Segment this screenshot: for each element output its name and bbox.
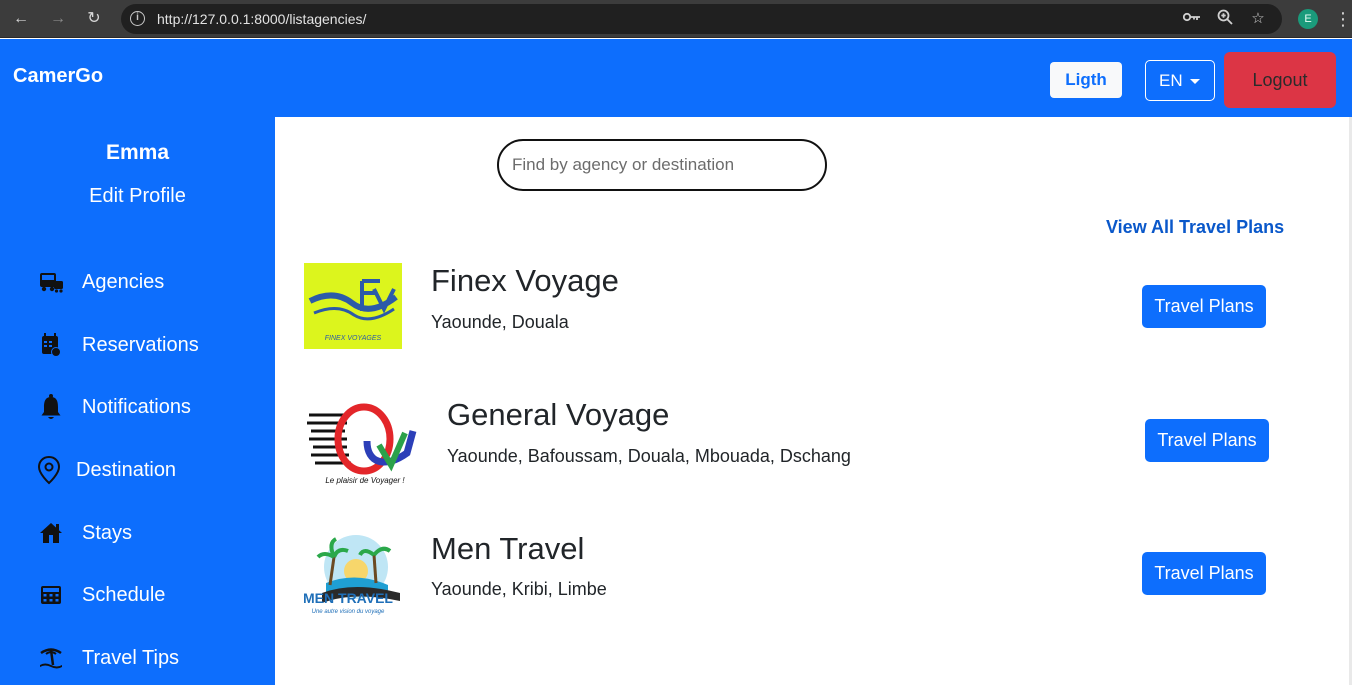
view-all-travel-plans-link[interactable]: View All Travel Plans <box>1106 217 1284 238</box>
agency-name: Men Travel <box>431 531 585 566</box>
edit-profile-link[interactable]: Edit Profile <box>0 185 275 208</box>
agency-card: FINEX VOYAGES Finex Voyage Yaounde, Doua… <box>275 257 1349 367</box>
men-logo-subtext: Une autre vision du voyage <box>312 609 385 615</box>
bell-icon <box>36 392 66 422</box>
agency-destinations: Yaounde, Bafoussam, Douala, Mbouada, Dsc… <box>447 446 851 466</box>
logout-button[interactable]: Logout <box>1224 52 1336 108</box>
bus-icon <box>36 267 66 297</box>
back-arrow-icon[interactable]: ← <box>9 7 33 31</box>
sidebar-item-reservations[interactable]: Reservations <box>36 328 199 362</box>
app-header: CamerGo Ligth EN Logout <box>0 39 1352 117</box>
sidebar-item-label: Reservations <box>82 333 199 356</box>
sidebar-item-label: Notifications <box>82 395 191 418</box>
main-content: View All Travel Plans FINEX VOYAGES Fine… <box>275 117 1349 685</box>
reload-icon[interactable]: ↻ <box>82 7 106 31</box>
sidebar-item-travel-tips[interactable]: Travel Tips <box>36 641 179 675</box>
sidebar: Emma Edit Profile Agencies Reservations … <box>0 117 275 685</box>
profile-avatar[interactable]: E <box>1298 9 1318 29</box>
zoom-icon[interactable] <box>1215 9 1235 29</box>
travel-plans-button[interactable]: Travel Plans <box>1142 552 1266 595</box>
house-icon <box>36 518 66 548</box>
language-label: EN <box>1159 71 1183 90</box>
calculator-icon <box>36 580 66 610</box>
site-info-icon[interactable]: i <box>130 11 145 26</box>
user-name: Emma <box>105 141 170 164</box>
travel-plans-button[interactable]: Travel Plans <box>1142 285 1266 328</box>
agency-name: General Voyage <box>447 397 670 432</box>
password-key-icon[interactable] <box>1182 9 1202 29</box>
sidebar-item-label: Agencies <box>82 270 165 293</box>
men-travel-logo: MEN TRAVEL Une autre vision du voyage <box>303 527 402 619</box>
calendar-icon <box>36 330 66 360</box>
sidebar-item-label: Destination <box>76 458 177 481</box>
address-url[interactable]: http://127.0.0.1:8000/listagencies/ <box>157 4 366 34</box>
search-input[interactable] <box>497 139 827 191</box>
address-bar[interactable]: i http://127.0.0.1:8000/listagencies/ ☆ <box>121 4 1282 34</box>
agency-destinations: Yaounde, Douala <box>431 312 569 332</box>
caret-down-icon <box>1190 79 1200 84</box>
map-pin-icon <box>34 455 64 485</box>
men-logo-text: MEN TRAVEL <box>304 590 393 606</box>
general-logo-text: Le plaisir de Voyager ! <box>325 476 405 485</box>
agency-destinations: Yaounde, Kribi, Limbe <box>431 579 607 599</box>
finex-logo-text: FINEX VOYAGES <box>325 335 382 342</box>
sidebar-item-stays[interactable]: Stays <box>36 516 132 550</box>
language-dropdown[interactable]: EN <box>1145 60 1215 101</box>
island-icon <box>36 643 66 673</box>
sidebar-item-label: Travel Tips <box>82 646 180 669</box>
sidebar-item-label: Schedule <box>82 583 166 606</box>
finex-voyage-logo: FINEX VOYAGES <box>304 263 402 349</box>
agency-card: Le plaisir de Voyager ! General Voyage Y… <box>275 391 1349 501</box>
sidebar-item-agencies[interactable]: Agencies <box>36 265 164 299</box>
agency-card: MEN TRAVEL Une autre vision du voyage Me… <box>275 525 1349 635</box>
forward-arrow-icon[interactable]: → <box>46 7 70 31</box>
brand-logo[interactable]: CamerGo <box>13 65 103 88</box>
agency-name: Finex Voyage <box>431 263 619 298</box>
sidebar-item-destination[interactable]: Destination <box>34 453 176 487</box>
sidebar-item-notifications[interactable]: Notifications <box>36 390 191 424</box>
sidebar-item-label: Stays <box>82 521 133 544</box>
browser-menu-icon[interactable]: ⋮ <box>1334 7 1352 31</box>
sidebar-item-schedule[interactable]: Schedule <box>36 578 165 612</box>
general-voyage-logo: Le plaisir de Voyager ! <box>307 393 421 489</box>
bookmark-star-icon[interactable]: ☆ <box>1248 9 1268 29</box>
theme-toggle-button[interactable]: Ligth <box>1050 62 1122 98</box>
browser-toolbar: ← → ↻ i http://127.0.0.1:8000/listagenci… <box>0 0 1352 38</box>
travel-plans-button[interactable]: Travel Plans <box>1145 419 1269 462</box>
